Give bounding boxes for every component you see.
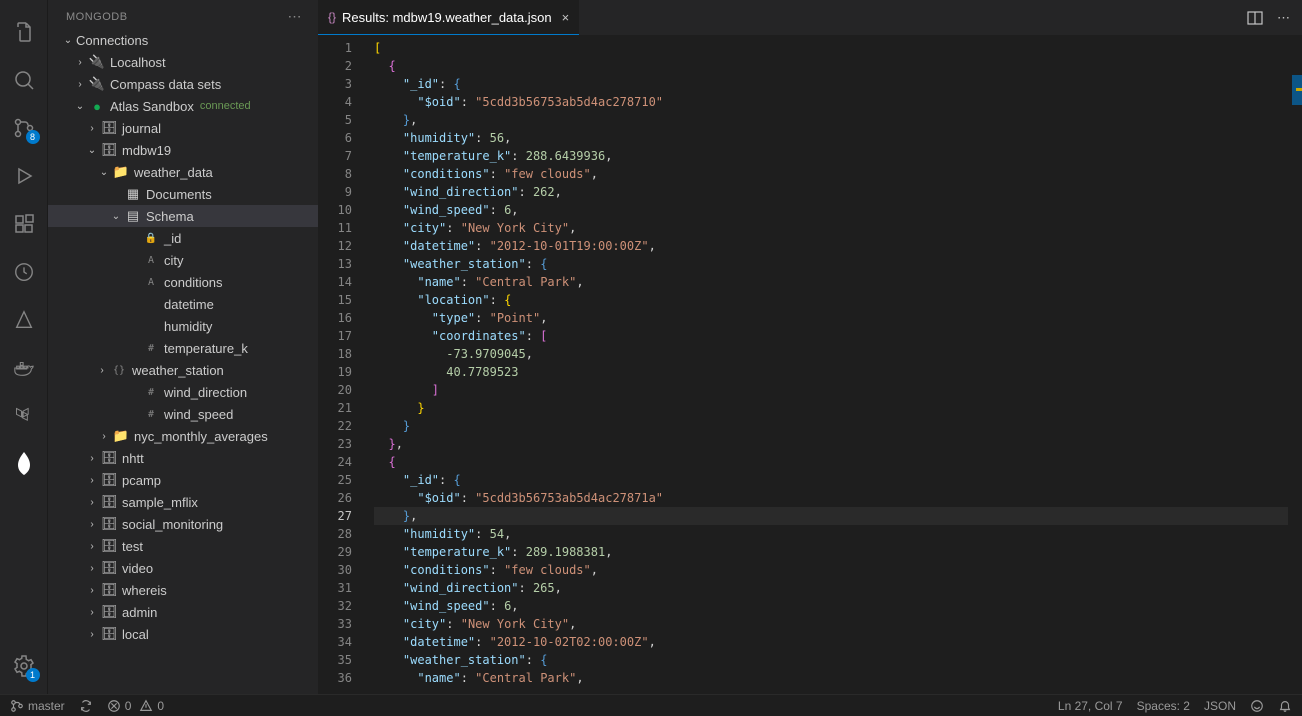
status-sync-icon[interactable] — [79, 699, 93, 713]
tree-db-test[interactable]: ›🗄test — [48, 535, 318, 557]
tree-db-journal[interactable]: ›🗄journal — [48, 117, 318, 139]
tree-db-local[interactable]: ›🗄local — [48, 623, 318, 645]
tree-conn-atlas[interactable]: ⌄●Atlas Sandboxconnected — [48, 95, 318, 117]
plug-icon: 🔌 — [88, 54, 106, 70]
database-icon: 🗄 — [100, 450, 118, 466]
folder-icon: 📁 — [112, 428, 130, 444]
status-branch[interactable]: master — [10, 699, 65, 713]
tree-db-whereis[interactable]: ›🗄whereis — [48, 579, 318, 601]
status-bar: master 0 0 Ln 27, Col 7 Spaces: 2 JSON — [0, 694, 1302, 716]
close-icon[interactable]: × — [562, 10, 570, 25]
tree-item-documents[interactable]: ▦Documents — [48, 183, 318, 205]
search-icon[interactable] — [0, 56, 48, 104]
mongodb-icon[interactable] — [0, 440, 48, 488]
settings-badge: 1 — [26, 668, 40, 682]
sidebar-title: MONGODB ⋯ — [48, 0, 318, 29]
tree-item-schema[interactable]: ⌄▤Schema — [48, 205, 318, 227]
field-type-icon: {} — [110, 365, 128, 376]
status-lncol[interactable]: Ln 27, Col 7 — [1058, 699, 1123, 713]
leaf-icon: ● — [88, 99, 106, 114]
tab-label: Results: mdbw19.weather_data.json — [342, 10, 552, 25]
schema-icon: ▤ — [124, 208, 142, 224]
status-bell-icon[interactable] — [1278, 699, 1292, 713]
tree-conn-localhost[interactable]: ›🔌Localhost — [48, 51, 318, 73]
tree-db-video[interactable]: ›🗄video — [48, 557, 318, 579]
tree-field-temperature_k[interactable]: #temperature_k — [48, 337, 318, 359]
line-gutter: 1234567891011121314151617181920212223242… — [318, 35, 366, 694]
tree-field-weather_station[interactable]: ›{}weather_station — [48, 359, 318, 381]
misc-icon-1[interactable] — [0, 248, 48, 296]
field-type-icon: A — [142, 255, 160, 266]
tabs-row: {} Results: mdbw19.weather_data.json × ⋯ — [318, 0, 1302, 35]
field-type-icon: # — [142, 387, 160, 398]
code-editor[interactable]: [ { "_id": { "$oid": "5cdd3b56753ab5d4ac… — [366, 35, 1302, 694]
database-icon: 🗄 — [100, 626, 118, 642]
folder-icon: 📁 — [112, 164, 130, 180]
editor-area: {} Results: mdbw19.weather_data.json × ⋯… — [318, 0, 1302, 694]
more-actions-icon[interactable]: ⋯ — [1277, 10, 1290, 26]
docker-icon[interactable] — [0, 344, 48, 392]
activity-bar: 8 1 — [0, 0, 48, 694]
sidebar: MONGODB ⋯ ⌄Connections ›🔌Localhost ›🔌Com… — [48, 0, 318, 694]
terraform-icon[interactable] — [0, 392, 48, 440]
extensions-icon[interactable] — [0, 200, 48, 248]
database-icon: 🗄 — [100, 538, 118, 554]
tree-db-admin[interactable]: ›🗄admin — [48, 601, 318, 623]
tree-connections[interactable]: ⌄Connections — [48, 29, 318, 51]
status-feedback-icon[interactable] — [1250, 699, 1264, 713]
tree-field-_id[interactable]: 🔒_id — [48, 227, 318, 249]
overview-ruler[interactable] — [1288, 35, 1302, 694]
tree-db-pcamp[interactable]: ›🗄pcamp — [48, 469, 318, 491]
database-icon: 🗄 — [100, 472, 118, 488]
field-type-icon: # — [142, 343, 160, 354]
database-icon: 🗄 — [100, 494, 118, 510]
database-icon: 🗄 — [100, 604, 118, 620]
azure-icon[interactable] — [0, 296, 48, 344]
tree-field-wind_speed[interactable]: #wind_speed — [48, 403, 318, 425]
tree-coll-nyc[interactable]: ›📁nyc_monthly_averages — [48, 425, 318, 447]
tree-field-conditions[interactable]: Aconditions — [48, 271, 318, 293]
settings-gear-icon[interactable]: 1 — [0, 642, 48, 690]
tree-field-wind_direction[interactable]: #wind_direction — [48, 381, 318, 403]
tree-db-mdbw19[interactable]: ⌄🗄mdbw19 — [48, 139, 318, 161]
tree-coll-weather[interactable]: ⌄📁weather_data — [48, 161, 318, 183]
tree-field-humidity[interactable]: humidity — [48, 315, 318, 337]
database-icon: 🗄 — [100, 142, 118, 158]
tree-conn-compass[interactable]: ›🔌Compass data sets — [48, 73, 318, 95]
tree-db-social_monitoring[interactable]: ›🗄social_monitoring — [48, 513, 318, 535]
tab-results[interactable]: {} Results: mdbw19.weather_data.json × — [318, 0, 579, 35]
json-icon: {} — [328, 10, 336, 24]
documents-icon: ▦ — [124, 186, 142, 202]
status-lang[interactable]: JSON — [1204, 699, 1236, 713]
scm-badge: 8 — [26, 130, 40, 144]
database-icon: 🗄 — [100, 516, 118, 532]
database-icon: 🗄 — [100, 120, 118, 136]
sidebar-more-icon[interactable]: ⋯ — [288, 8, 303, 25]
status-errors[interactable]: 0 0 — [107, 699, 164, 713]
status-spaces[interactable]: Spaces: 2 — [1137, 699, 1190, 713]
tree-field-datetime[interactable]: datetime — [48, 293, 318, 315]
debug-icon[interactable] — [0, 152, 48, 200]
tree-db-nhtt[interactable]: ›🗄nhtt — [48, 447, 318, 469]
plug-icon: 🔌 — [88, 76, 106, 92]
field-type-icon: # — [142, 409, 160, 420]
tree-db-sample_mflix[interactable]: ›🗄sample_mflix — [48, 491, 318, 513]
source-control-icon[interactable]: 8 — [0, 104, 48, 152]
explorer-icon[interactable] — [0, 8, 48, 56]
field-type-icon: 🔒 — [142, 233, 160, 244]
tree-field-city[interactable]: Acity — [48, 249, 318, 271]
field-type-icon: A — [142, 277, 160, 288]
split-editor-icon[interactable] — [1247, 10, 1263, 26]
database-icon: 🗄 — [100, 582, 118, 598]
database-icon: 🗄 — [100, 560, 118, 576]
